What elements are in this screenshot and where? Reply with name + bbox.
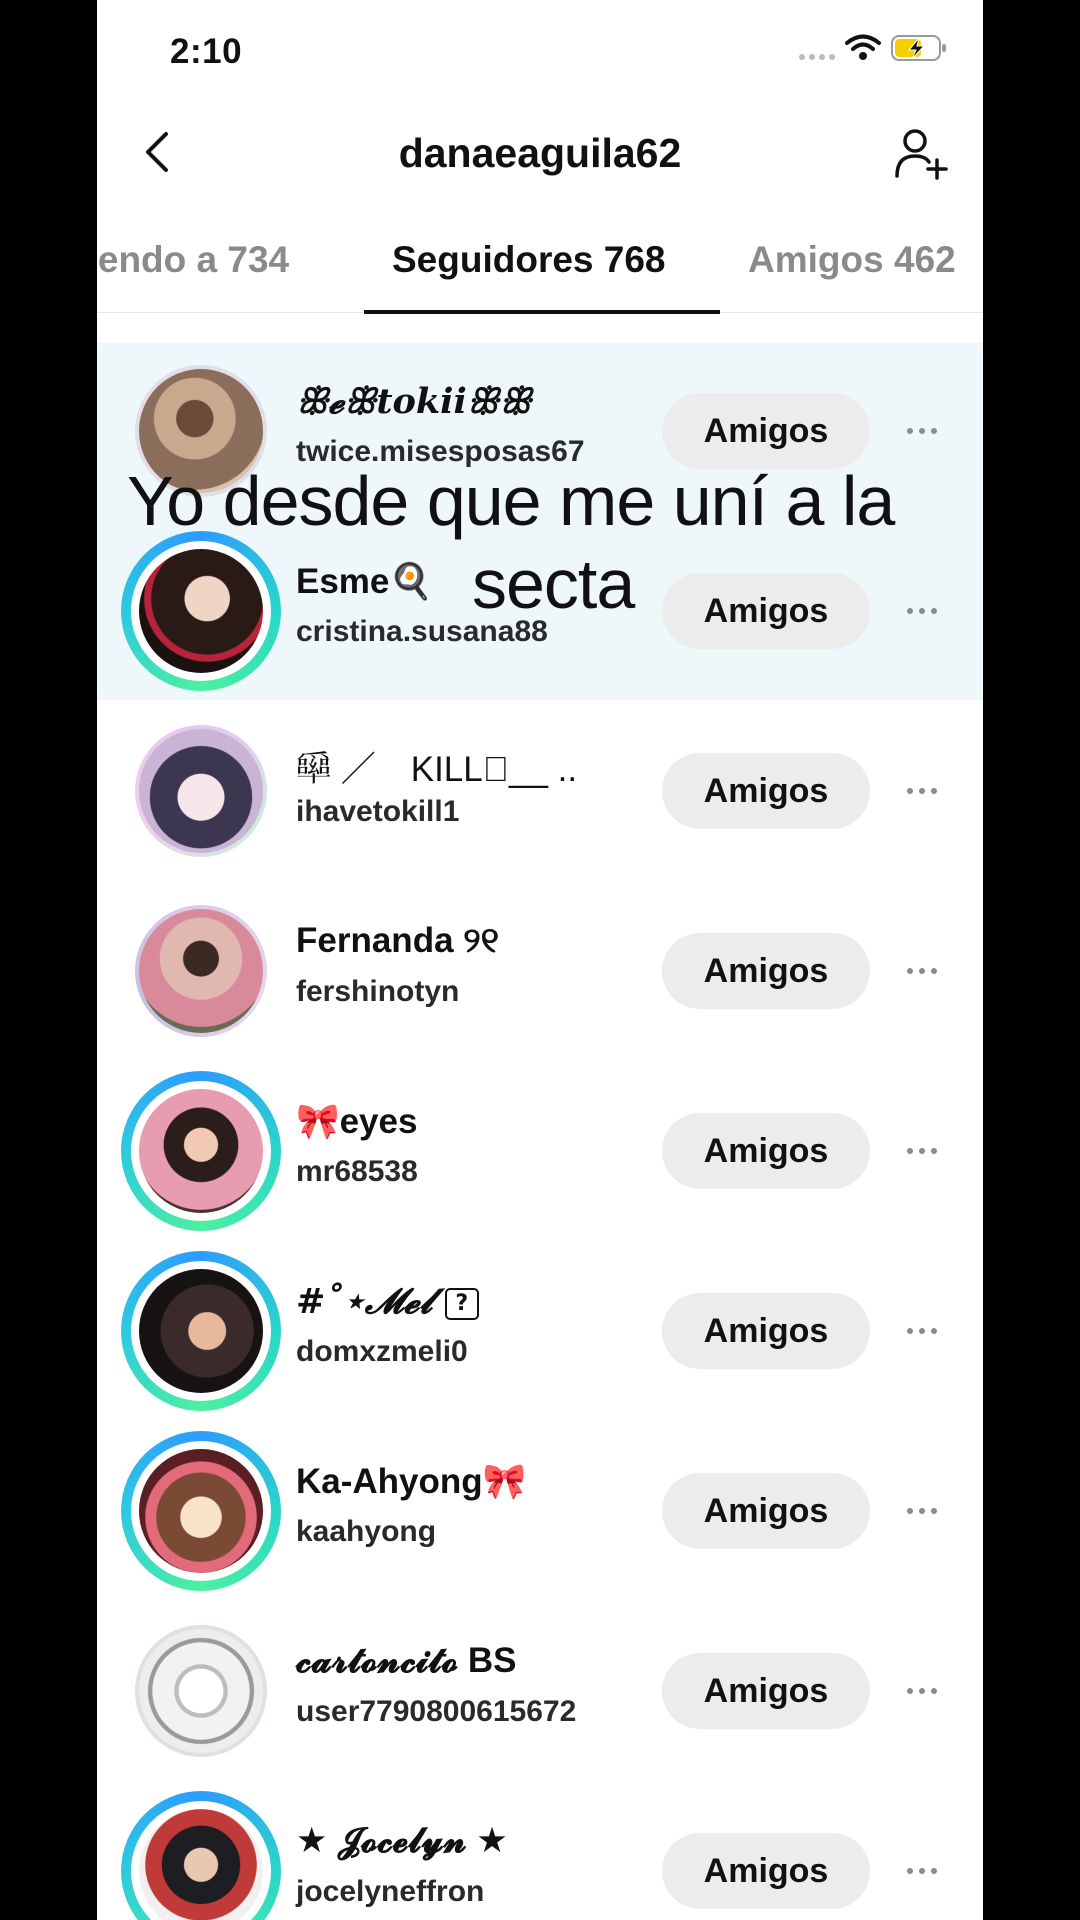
list-item[interactable]: 🎀eyes mr68538 Amigos — [97, 1061, 983, 1241]
video-caption-overlay: Yo desde que me uní a la secta — [127, 460, 895, 625]
more-options-button[interactable] — [897, 771, 947, 811]
list-item[interactable]: 𠧏 ／ KILL⃝__ .. ihavetokill1 Amigos — [97, 701, 983, 881]
avatar[interactable] — [121, 711, 281, 871]
header: danaeaguila62 — [97, 110, 983, 200]
cellular-signal-icon — [799, 36, 835, 60]
username: kaahyong — [296, 1515, 437, 1548]
caption-line-1: Yo desde que me uní a la — [127, 462, 895, 540]
add-friend-button[interactable] — [889, 122, 953, 186]
more-options-button[interactable] — [897, 1671, 947, 1711]
friends-button[interactable]: Amigos — [662, 1833, 870, 1909]
tab-following[interactable]: uiendo a 734 — [97, 239, 289, 281]
more-options-button[interactable] — [897, 1311, 947, 1351]
display-name: ꕥ𝓮ꕥtokiiꕥꕥ — [296, 381, 532, 422]
username: user7790800615672 — [296, 1695, 577, 1728]
status-time: 2:10 — [170, 32, 243, 71]
display-name: Fernanda ୨୧ — [296, 921, 499, 960]
status-icons — [799, 34, 947, 62]
friends-button[interactable]: Amigos — [662, 753, 870, 829]
display-name-text: #˚⋆𝓜𝓮𝓵 — [296, 1281, 433, 1322]
active-tab-indicator — [364, 310, 720, 314]
username: mr68538 — [296, 1155, 418, 1188]
wifi-icon — [845, 34, 881, 60]
username: ihavetokill1 — [296, 795, 460, 828]
friends-button[interactable]: Amigos — [662, 933, 870, 1009]
tab-friends[interactable]: Amigos 462 — [748, 239, 956, 281]
display-name: #˚⋆𝓜𝓮𝓵? — [296, 1281, 479, 1322]
friends-button[interactable]: Amigos — [662, 1293, 870, 1369]
avatar[interactable] — [121, 1251, 281, 1411]
display-name: ★ 𝓙𝓸𝓬𝓮𝓵𝔂𝓷 ★ — [296, 1821, 508, 1860]
friends-button[interactable]: Amigos — [662, 1113, 870, 1189]
battery-charging-icon — [891, 35, 946, 61]
more-options-button[interactable] — [897, 591, 947, 631]
friends-button[interactable]: Amigos — [662, 1653, 870, 1729]
list-item[interactable]: Fernanda ୨୧ fershinotyn Amigos — [97, 881, 983, 1061]
avatar[interactable] — [121, 1071, 281, 1231]
display-name: Ka-Ahyong🎀 — [296, 1462, 527, 1501]
list-item[interactable]: ★ 𝓙𝓸𝓬𝓮𝓵𝔂𝓷 ★ jocelyneffron Amigos — [97, 1781, 983, 1920]
app-screen: 2:10 danaeaguila62 endo a 734 Seguidores… — [97, 0, 983, 1920]
username: jocelyneffron — [296, 1875, 485, 1908]
display-name: 𝓬𝓪𝓻𝓽𝓸𝓷𝓬𝓲𝓽𝓸 BS — [296, 1641, 517, 1680]
username: domxzmeli0 — [296, 1335, 468, 1368]
display-name: 🎀eyes — [296, 1102, 418, 1141]
unknown-glyph-icon: ? — [444, 1287, 479, 1320]
tab-bar: uiendo a 734 Seguidores 768 Amigos 462 — [97, 225, 983, 314]
more-options-button[interactable] — [897, 1851, 947, 1891]
more-options-button[interactable] — [897, 1491, 947, 1531]
page-title: danaeaguila62 — [398, 130, 682, 176]
list-item[interactable]: 𝓬𝓪𝓻𝓽𝓸𝓷𝓬𝓲𝓽𝓸 BS user7790800615672 Amigos — [97, 1601, 983, 1781]
more-options-button[interactable] — [897, 951, 947, 991]
list-item[interactable]: Ka-Ahyong🎀 kaahyong Amigos — [97, 1421, 983, 1601]
avatar[interactable] — [121, 1611, 281, 1771]
friends-button[interactable]: Amigos — [662, 1473, 870, 1549]
caption-line-2: secta — [472, 544, 635, 623]
avatar[interactable] — [121, 1791, 281, 1920]
friends-button[interactable]: Amigos — [662, 393, 870, 469]
add-user-icon — [895, 129, 948, 180]
display-name: 𠧏 ／ KILL⃝__ .. — [296, 750, 578, 789]
username: fershinotyn — [296, 975, 460, 1008]
more-options-button[interactable] — [897, 411, 947, 451]
more-options-button[interactable] — [897, 1131, 947, 1171]
tab-followers[interactable]: Seguidores 768 — [392, 239, 666, 281]
avatar[interactable] — [121, 891, 281, 1051]
list-item[interactable]: #˚⋆𝓜𝓮𝓵? domxzmeli0 Amigos — [97, 1241, 983, 1421]
status-bar: 2:10 — [97, 0, 983, 105]
avatar[interactable] — [121, 1431, 281, 1591]
